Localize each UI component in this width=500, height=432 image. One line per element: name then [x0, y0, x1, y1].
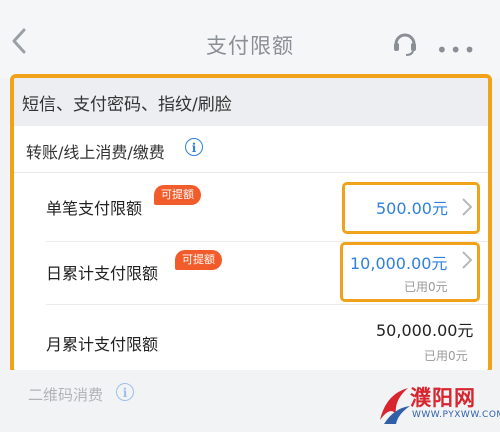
used-amount: 已用0元: [424, 349, 468, 363]
headset-icon[interactable]: [390, 28, 420, 58]
single-limit-row[interactable]: 单笔支付限额 可提额 500.00元: [14, 173, 488, 241]
more-options-icon[interactable]: •••: [436, 38, 477, 62]
row-label: 月累计支付限额: [46, 335, 159, 354]
page-title: 支付限额: [206, 34, 294, 58]
watermark-logo-icon: [380, 388, 410, 424]
watermark: 濮阳网 WWW.PYXWW.COM: [376, 380, 500, 432]
category-label: 短信、支付密码、指纹/刷脸: [22, 95, 232, 115]
monthly-limit-row: 月累计支付限额 50,000.00元 已用0元: [14, 305, 488, 370]
limit-value: 10,000.00元: [350, 254, 448, 273]
info-icon[interactable]: i: [116, 383, 134, 401]
limit-panel: 短信、支付密码、指纹/刷脸 转账/线上消费/缴费 i 单笔支付限额 可提额 50…: [10, 74, 492, 374]
row-label: 单笔支付限额: [46, 199, 143, 218]
chevron-right-icon: [462, 198, 473, 216]
nav-bar: 支付限额 •••: [0, 0, 500, 78]
limit-value: 500.00元: [376, 199, 448, 218]
daily-limit-row[interactable]: 日累计支付限额 可提额 10,000.00元 已用0元: [14, 242, 488, 304]
raise-limit-badge[interactable]: 可提额: [154, 185, 201, 205]
chevron-right-icon: [462, 251, 473, 269]
limit-value: 50,000.00元: [376, 321, 474, 340]
info-icon[interactable]: i: [185, 138, 203, 156]
watermark-url: WWW.PYXWW.COM: [412, 410, 500, 420]
raise-limit-badge[interactable]: 可提额: [175, 250, 222, 270]
row-label: 日累计支付限额: [46, 264, 159, 283]
verification-category-header: 短信、支付密码、指纹/刷脸: [14, 78, 488, 127]
section-label: 转账/线上消费/缴费: [26, 143, 165, 162]
used-amount: 已用0元: [404, 280, 448, 294]
section-header: 转账/线上消费/缴费 i: [14, 126, 488, 173]
qr-payment-label: 二维码消费: [28, 386, 104, 404]
watermark-name: 濮阳网: [410, 386, 476, 410]
